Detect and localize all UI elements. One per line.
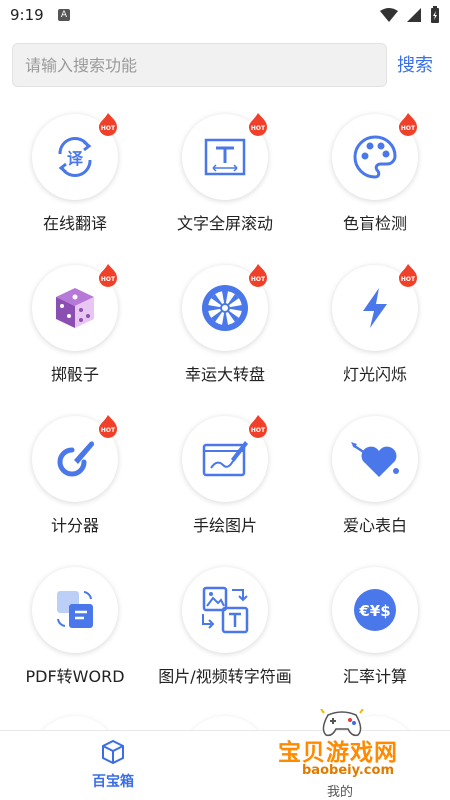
watermark: 宝贝游戏网 baobeiy.com: [272, 705, 422, 795]
tool-lucky-wheel[interactable]: HOT 幸运大转盘: [150, 261, 300, 412]
tool-label: 爱心表白: [342, 516, 407, 535]
palette-icon: [353, 135, 397, 179]
tool-row: HOT 掷骰子 HOT 幸运大转盘 HOT 灯光闪烁: [0, 261, 450, 412]
hot-badge-text: HOT: [101, 125, 116, 132]
tool-grid: 译 HOT 在线翻译 HOT 文字全屏滚动 HOT 色盲检测 HOT 掷骰子 H…: [0, 110, 450, 714]
hot-badge-text: HOT: [251, 427, 266, 434]
tool-icon-circle: [182, 567, 268, 653]
pdf-convert-icon: [57, 591, 93, 628]
box-icon: [102, 739, 124, 765]
tool-label: 计分器: [50, 516, 99, 535]
tool-icon-circle: HOT: [32, 264, 118, 351]
tool-label: 文字全屏滚动: [176, 214, 273, 233]
search-bar: 搜索: [12, 43, 442, 87]
tool-icon-circle: HOT: [332, 264, 418, 351]
tool-row: HOT 计分器 HOT 手绘图片 爱心表白: [0, 412, 450, 563]
tool-icon-circle: [332, 416, 418, 502]
tool-icon-circle: HOT: [182, 264, 268, 351]
hot-badge-text: HOT: [401, 125, 416, 132]
tool-translate[interactable]: 译 HOT 在线翻译: [0, 110, 150, 261]
image-to-text-icon: [202, 586, 249, 634]
tool-label: 手绘图片: [192, 516, 257, 535]
notification-app-icon: A: [58, 9, 70, 21]
hot-badge-text: HOT: [251, 276, 266, 283]
lightning-icon: [363, 288, 387, 328]
tool-icon-circle: HOT: [32, 415, 118, 502]
tool-icon-circle: €¥$: [332, 567, 418, 653]
wheel-icon: [202, 285, 248, 331]
tool-label: 图片/视频转字符画: [158, 667, 292, 686]
hot-badge-text: HOT: [251, 125, 266, 132]
tab-home[interactable]: 百宝箱: [78, 739, 148, 791]
wifi-icon: [380, 8, 398, 22]
hot-badge-icon: HOT: [99, 264, 117, 287]
tool-icon-circle: HOT: [182, 415, 268, 502]
tool-label: PDF转WORD: [25, 667, 125, 686]
tool-label: 灯光闪烁: [342, 365, 407, 384]
tool-pdf-to-word[interactable]: PDF转WORD: [0, 563, 150, 714]
tool-label: 在线翻译: [42, 214, 107, 233]
tool-icon-circle: 译 HOT: [32, 113, 118, 200]
svg-text:译: 译: [67, 149, 84, 168]
dice-icon: [56, 288, 94, 328]
tool-icon-circle: [32, 567, 118, 653]
tool-label: 掷骰子: [50, 365, 99, 384]
tool-score-counter[interactable]: HOT 计分器: [0, 412, 150, 563]
draw-icon: [202, 441, 248, 477]
tool-label: 汇率计算: [342, 667, 407, 686]
hot-badge-text: HOT: [101, 276, 116, 283]
watermark-title: 宝贝游戏网: [278, 740, 398, 766]
hot-badge-icon: HOT: [249, 113, 267, 136]
currency-icon: €¥$: [354, 589, 396, 631]
tool-label: 幸运大转盘: [184, 365, 265, 384]
search-button[interactable]: 搜索: [397, 51, 433, 77]
tool-dice[interactable]: HOT 掷骰子: [0, 261, 150, 412]
counter-icon: [57, 441, 94, 477]
heart-arrow-icon: [351, 442, 399, 477]
status-icons: [380, 6, 440, 24]
tool-hand-draw[interactable]: HOT 手绘图片: [150, 412, 300, 563]
hot-badge-icon: HOT: [99, 113, 117, 136]
hot-badge-text: HOT: [101, 427, 116, 434]
status-time: 9:19: [10, 6, 44, 24]
translate-icon: 译: [58, 136, 92, 178]
tool-row: PDF转WORD 图片/视频转字符画 €¥$ 汇率计算: [0, 563, 450, 714]
tool-image-to-ascii[interactable]: 图片/视频转字符画: [150, 563, 300, 714]
app-screen: 9:19 A 搜索 译: [0, 0, 450, 800]
tool-love-confession[interactable]: 爱心表白: [300, 412, 450, 563]
tab-home-label: 百宝箱: [92, 774, 134, 790]
tool-icon-circle: HOT: [182, 113, 268, 200]
tool-text-scroll[interactable]: HOT 文字全屏滚动: [150, 110, 300, 261]
tool-color-blind-test[interactable]: HOT 色盲检测: [300, 110, 450, 261]
watermark-url: baobeiy.com: [302, 763, 394, 778]
signal-icon: [407, 8, 421, 22]
tool-row: 译 HOT 在线翻译 HOT 文字全屏滚动 HOT 色盲检测: [0, 110, 450, 261]
text-scroll-icon: [204, 138, 246, 176]
battery-icon: [431, 6, 439, 23]
tool-icon-circle: HOT: [332, 113, 418, 200]
tool-flash-light[interactable]: HOT 灯光闪烁: [300, 261, 450, 412]
hot-badge-text: HOT: [401, 276, 416, 283]
search-input[interactable]: [12, 43, 387, 87]
hot-badge-icon: HOT: [399, 113, 417, 136]
status-bar: 9:19 A: [0, 0, 450, 32]
hot-badge-icon: HOT: [99, 415, 117, 438]
hot-badge-icon: HOT: [249, 415, 267, 438]
tool-label: 色盲检测: [342, 214, 407, 233]
svg-text:€¥$: €¥$: [358, 602, 390, 620]
hot-badge-icon: HOT: [399, 264, 417, 287]
hot-badge-icon: HOT: [249, 264, 267, 287]
tool-currency-calc[interactable]: €¥$ 汇率计算: [300, 563, 450, 714]
